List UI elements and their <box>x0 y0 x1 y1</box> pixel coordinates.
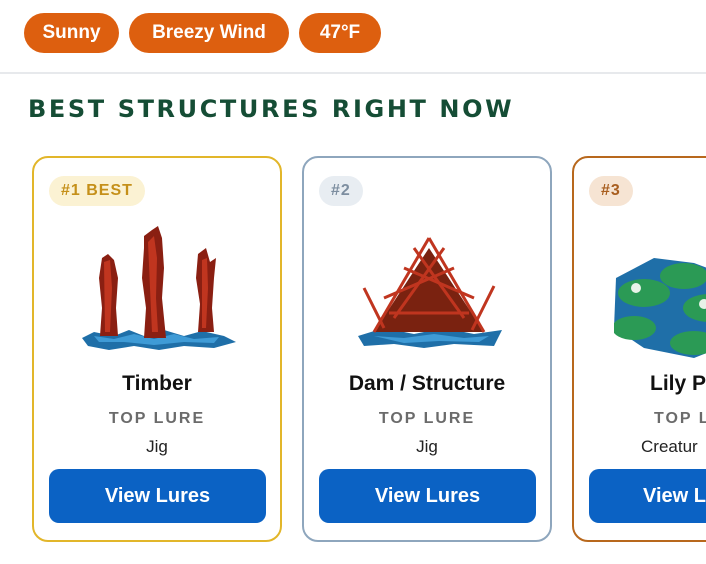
top-lure-value: Creatur <box>641 437 698 456</box>
timber-icon <box>82 226 236 350</box>
view-lures-button[interactable]: View L <box>589 469 706 523</box>
rank-badge: #3 <box>589 176 633 206</box>
dam-structure-icon <box>358 237 502 348</box>
rank-badge: #1 BEST <box>49 176 145 206</box>
structure-name: Lily P <box>650 372 706 395</box>
view-lures-button[interactable]: View Lures <box>49 469 266 523</box>
top-lure-value: Jig <box>416 437 438 456</box>
top-lure-label: TOP LU <box>654 410 706 427</box>
rank-badge: #2 <box>319 176 363 206</box>
structure-card-lily-pads[interactable]: #3 Lily P TOP LU Creatur View L <box>572 156 706 542</box>
top-lure-label: TOP LURE <box>108 410 206 427</box>
structure-card-dam[interactable]: #2 Dam / Structure TOP LURE Jig View Lur… <box>302 156 552 542</box>
top-lure-label: TOP LURE <box>378 410 476 427</box>
structures-carousel[interactable]: #1 BEST Timber TOP LURE Jig View Lures #… <box>0 0 706 564</box>
view-lures-button[interactable]: View Lures <box>319 469 536 523</box>
structure-card-timber[interactable]: #1 BEST Timber TOP LURE Jig View Lures <box>32 156 282 542</box>
top-lure-value: Jig <box>146 437 168 456</box>
structure-name: Dam / Structure <box>348 372 506 395</box>
lily-pads-icon <box>614 258 706 358</box>
structure-name: Timber <box>122 372 192 395</box>
